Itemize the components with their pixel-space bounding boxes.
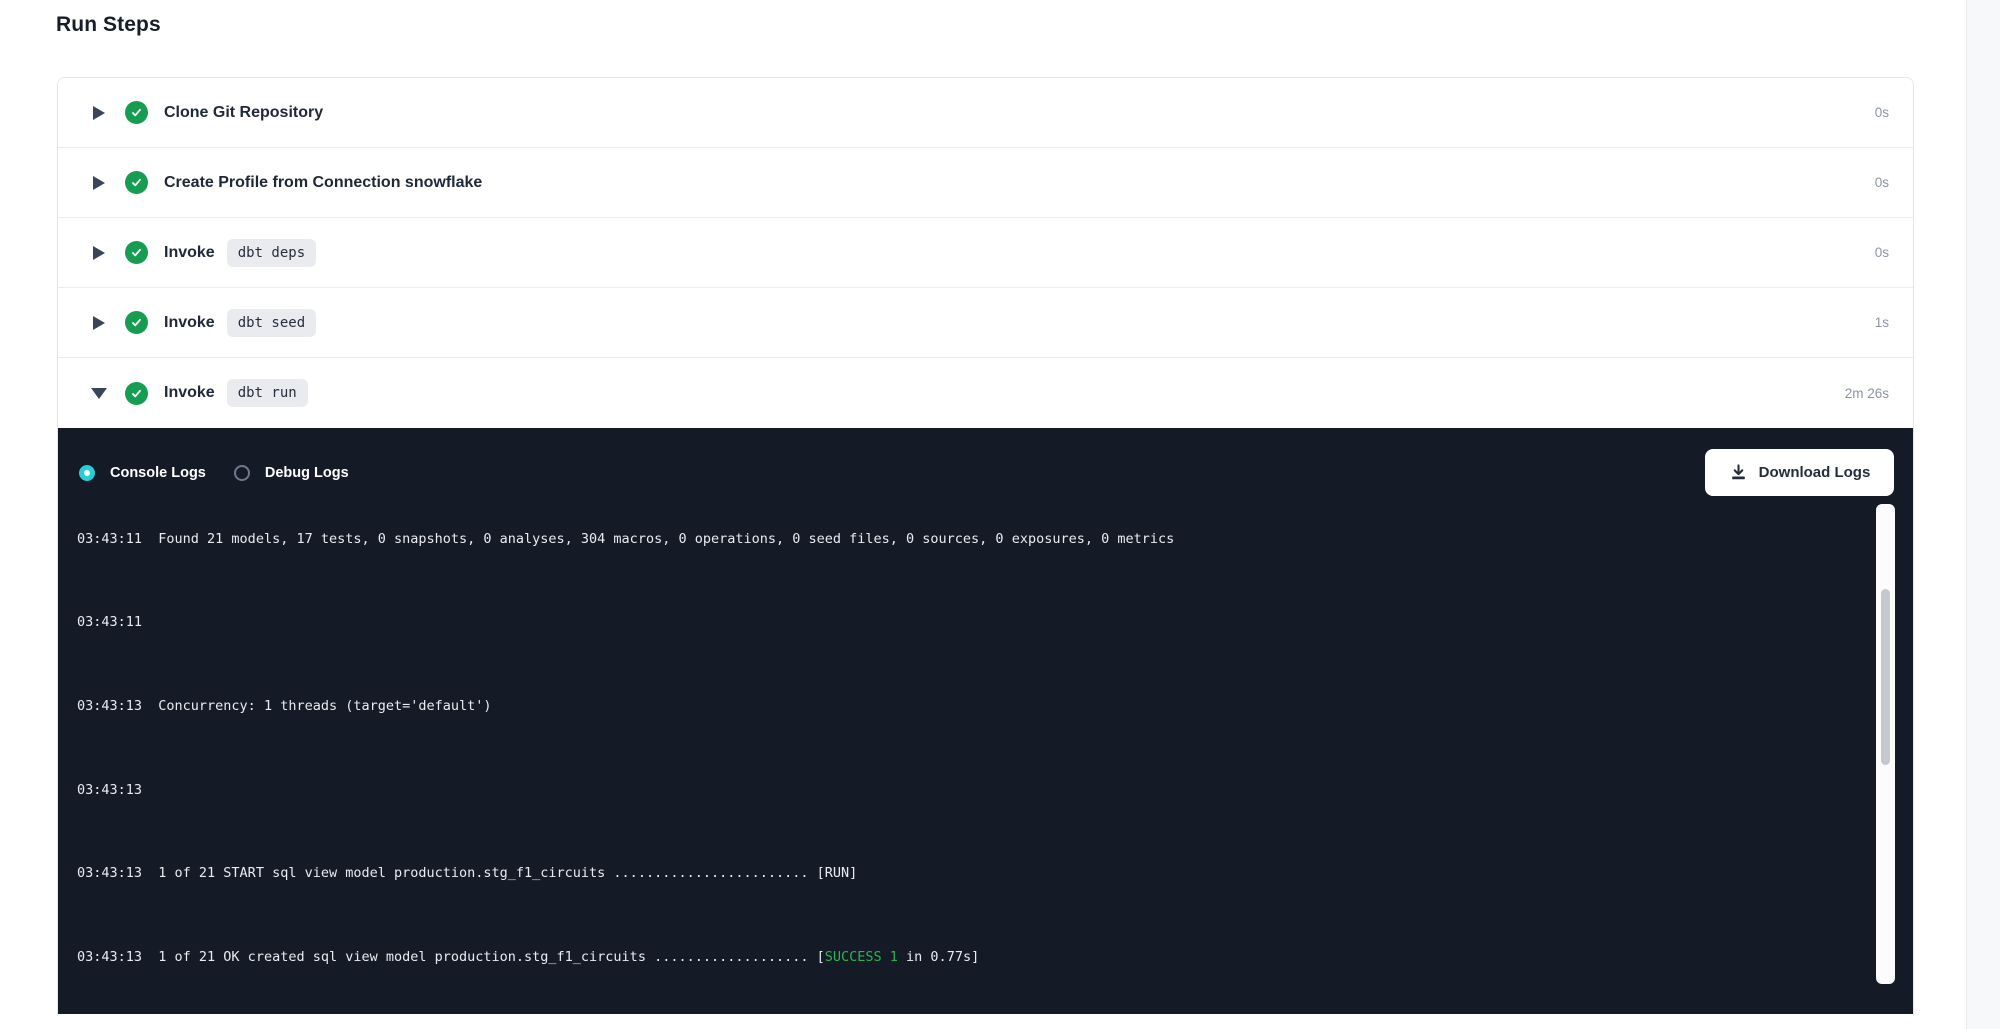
page-title: Run Steps <box>56 13 161 37</box>
success-check-icon <box>125 311 148 334</box>
log-tab[interactable]: Console Logs <box>79 465 206 481</box>
run-step-row[interactable]: Invoke dbt seed 1s <box>58 288 1913 358</box>
step-duration: 0s <box>1875 175 1889 190</box>
caret-icon <box>91 388 107 399</box>
run-steps-card: Clone Git Repository 0s Create Profile f… <box>57 77 1914 1016</box>
step-command-chip: dbt run <box>227 379 308 407</box>
log-tab-label: Console Logs <box>110 465 206 481</box>
console-log-lines: 03:43:11Found 21 models, 17 tests, 0 sna… <box>77 496 1913 1014</box>
log-panel-header: Console Logs Debug Logs Download Logs <box>58 449 1913 496</box>
expand-caret-button[interactable] <box>90 388 108 399</box>
success-check-icon <box>125 171 148 194</box>
caret-icon <box>93 316 105 330</box>
log-line: 03:43:131 of 21 START sql view model pro… <box>77 863 1913 884</box>
success-check-icon <box>125 241 148 264</box>
step-duration: 0s <box>1875 105 1889 120</box>
expand-caret-button[interactable] <box>90 176 108 190</box>
radio-icon[interactable] <box>234 465 250 481</box>
log-tab-label: Debug Logs <box>265 465 349 481</box>
run-steps-list: Clone Git Repository 0s Create Profile f… <box>58 78 1913 428</box>
run-step-row[interactable]: Create Profile from Connection snowflake… <box>58 148 1913 218</box>
log-type-toggle: Console Logs Debug Logs <box>79 465 349 481</box>
log-line: 03:43:11Found 21 models, 17 tests, 0 sna… <box>77 529 1913 550</box>
step-label: Clone Git Repository <box>164 104 323 122</box>
caret-icon <box>93 246 105 260</box>
radio-icon[interactable] <box>79 465 95 481</box>
expand-caret-button[interactable] <box>90 246 108 260</box>
step-command-chip: dbt seed <box>227 309 316 337</box>
step-duration: 0s <box>1875 245 1889 260</box>
expand-caret-button[interactable] <box>90 106 108 120</box>
step-label: Invoke <box>164 314 215 332</box>
step-label: Invoke <box>164 244 215 262</box>
step-duration: 2m 26s <box>1845 386 1889 401</box>
run-step-row[interactable]: Clone Git Repository 0s <box>58 78 1913 148</box>
log-line: 03:43:13Concurrency: 1 threads (target='… <box>77 696 1913 717</box>
step-command-chip: dbt deps <box>227 239 316 267</box>
caret-icon <box>93 176 105 190</box>
download-logs-button[interactable]: Download Logs <box>1705 449 1894 496</box>
success-check-icon <box>125 101 148 124</box>
page-background-strip <box>1966 0 2000 1029</box>
log-line: 03:43:13 <box>77 780 1913 801</box>
log-tab[interactable]: Debug Logs <box>234 465 349 481</box>
step-duration: 1s <box>1875 315 1889 330</box>
log-panel: Console Logs Debug Logs Download Logs 03… <box>58 428 1913 1014</box>
run-step-row[interactable]: Invoke dbt deps 0s <box>58 218 1913 288</box>
success-check-icon <box>125 382 148 405</box>
step-label: Invoke <box>164 384 215 402</box>
run-step-row[interactable]: Invoke dbt run 2m 26s <box>58 358 1913 428</box>
step-label: Create Profile from Connection snowflake <box>164 174 482 192</box>
log-line: 03:43:131 of 21 OK created sql view mode… <box>77 947 1913 968</box>
log-line: 03:43:11 <box>77 612 1913 633</box>
download-icon <box>1729 463 1748 482</box>
log-scrollbar[interactable] <box>1876 504 1895 984</box>
log-scrollbar-thumb[interactable] <box>1881 589 1890 765</box>
download-logs-label: Download Logs <box>1759 464 1871 481</box>
caret-icon <box>93 106 105 120</box>
expand-caret-button[interactable] <box>90 316 108 330</box>
console-log-output[interactable]: 03:43:11Found 21 models, 17 tests, 0 sna… <box>58 496 1913 1014</box>
